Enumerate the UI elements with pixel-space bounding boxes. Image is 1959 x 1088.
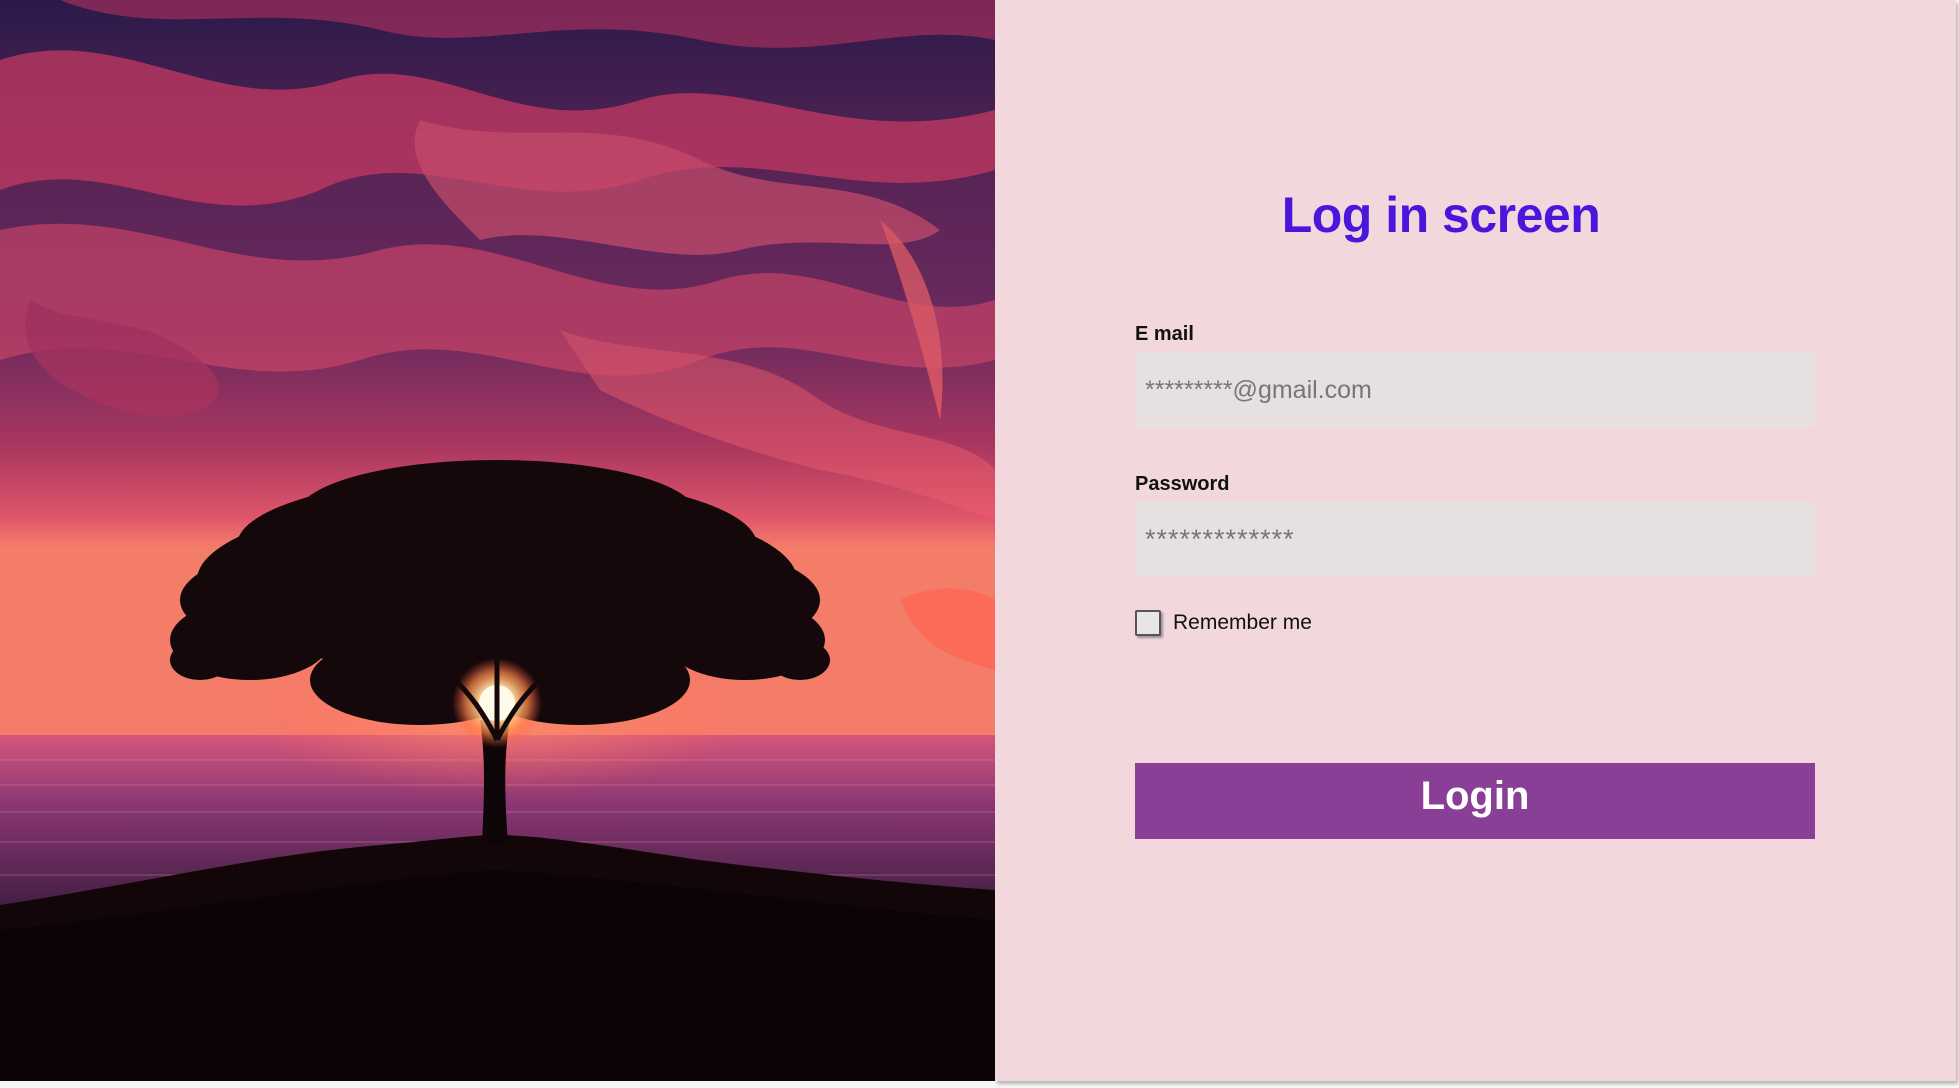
remember-me-row[interactable]: Remember me	[1135, 610, 1312, 636]
login-page: Log in screen E mail Password Remember m…	[0, 0, 1956, 1081]
password-label: Password	[1135, 473, 1230, 495]
password-field[interactable]	[1135, 501, 1815, 577]
page-title: Log in screen	[1281, 187, 1601, 243]
hero-image	[0, 0, 995, 1081]
login-panel: Log in screen E mail Password Remember m…	[995, 0, 1956, 1081]
login-button[interactable]: Login	[1135, 763, 1815, 839]
email-field[interactable]	[1135, 352, 1815, 428]
remember-me-checkbox[interactable]	[1135, 610, 1161, 636]
email-label: E mail	[1135, 323, 1194, 345]
remember-me-label[interactable]: Remember me	[1173, 611, 1312, 635]
sunset-tree-illustration	[0, 0, 995, 1081]
